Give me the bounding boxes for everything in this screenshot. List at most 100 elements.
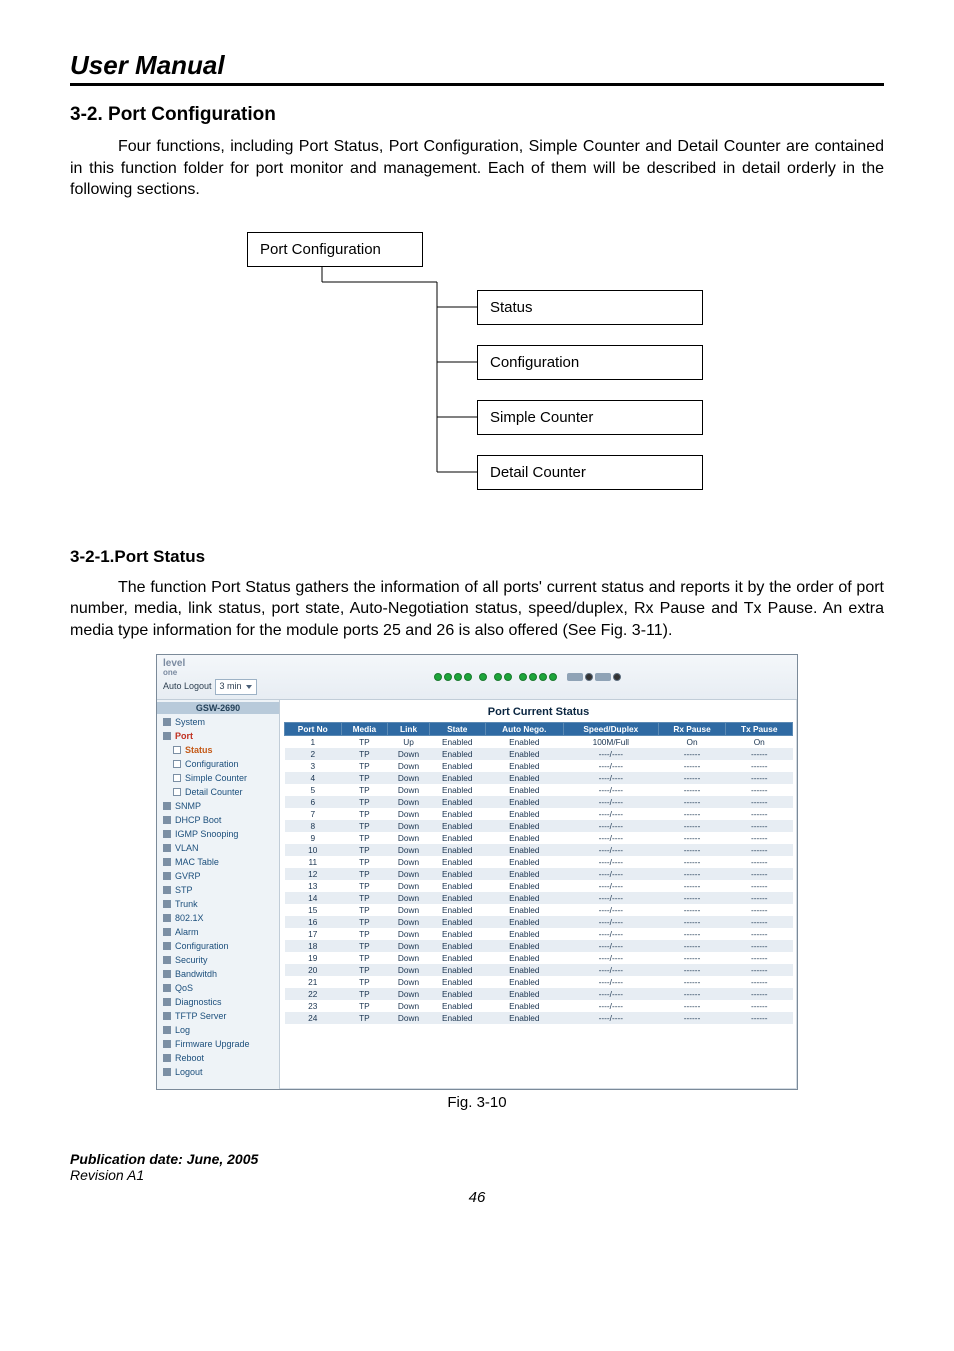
table-cell: ------ [658,940,726,952]
table-row[interactable]: 7TPDownEnabledEnabled----/--------------… [285,808,793,820]
nav-item[interactable]: System [157,715,279,729]
column-header: Speed/Duplex [563,722,658,735]
table-cell: Enabled [485,916,563,928]
table-row[interactable]: 20TPDownEnabledEnabled----/-------------… [285,964,793,976]
table-cell: TP [341,940,388,952]
table-cell: ------ [726,796,793,808]
table-row[interactable]: 9TPDownEnabledEnabled----/--------------… [285,832,793,844]
table-cell: Down [388,796,430,808]
nav-item[interactable]: Simple Counter [157,771,279,785]
table-row[interactable]: 15TPDownEnabledEnabled----/-------------… [285,904,793,916]
table-cell: ------ [726,820,793,832]
table-cell: Enabled [485,868,563,880]
table-cell: ------ [658,964,726,976]
table-row[interactable]: 18TPDownEnabledEnabled----/-------------… [285,940,793,952]
tree-node-icon [173,788,181,796]
table-row[interactable]: 23TPDownEnabledEnabled----/-------------… [285,1000,793,1012]
nav-item[interactable]: Firmware Upgrade [157,1037,279,1051]
table-row[interactable]: 4TPDownEnabledEnabled----/--------------… [285,772,793,784]
nav-item[interactable]: Security [157,953,279,967]
nav-item[interactable]: DHCP Boot [157,813,279,827]
subsection-paragraph: The function Port Status gathers the inf… [70,577,884,642]
nav-item[interactable]: 802.1X [157,911,279,925]
column-header: Auto Nego. [485,722,563,735]
table-cell: ----/---- [563,964,658,976]
led-icon [454,673,462,681]
table-cell: TP [341,772,388,784]
table-cell: ----/---- [563,988,658,1000]
table-cell: On [658,735,726,748]
table-row[interactable]: 12TPDownEnabledEnabled----/-------------… [285,868,793,880]
table-cell: Enabled [485,808,563,820]
nav-item[interactable]: Diagnostics [157,995,279,1009]
table-cell: TP [341,1012,388,1024]
table-row[interactable]: 8TPDownEnabledEnabled----/--------------… [285,820,793,832]
table-cell: Down [388,784,430,796]
section-heading: 3-2. Port Configuration [70,104,884,126]
table-row[interactable]: 21TPDownEnabledEnabled----/-------------… [285,976,793,988]
nav-item[interactable]: Log [157,1023,279,1037]
chevron-down-icon [246,685,252,689]
nav-item[interactable]: Logout [157,1065,279,1079]
brand-logo-bottom: one [163,668,257,677]
nav-item[interactable]: SNMP [157,799,279,813]
nav-item[interactable]: Trunk [157,897,279,911]
nav-item[interactable]: VLAN [157,841,279,855]
table-row[interactable]: 11TPDownEnabledEnabled----/-------------… [285,856,793,868]
table-row[interactable]: 24TPDownEnabledEnabled----/-------------… [285,1012,793,1024]
table-row[interactable]: 6TPDownEnabledEnabled----/--------------… [285,796,793,808]
nav-item[interactable]: Configuration [157,757,279,771]
table-row[interactable]: 22TPDownEnabledEnabled----/-------------… [285,988,793,1000]
auto-logout-dropdown[interactable]: 3 min [215,679,257,695]
tree-node-icon [163,844,171,852]
table-cell: Enabled [429,904,485,916]
nav-item[interactable]: Bandwitdh [157,967,279,981]
led-icon [539,673,547,681]
nav-item[interactable]: STP [157,883,279,897]
table-row[interactable]: 2TPDownEnabledEnabled----/--------------… [285,748,793,760]
table-cell: Down [388,844,430,856]
table-cell: TP [341,976,388,988]
table-cell: ------ [726,964,793,976]
column-header: Tx Pause [726,722,793,735]
nav-item[interactable]: Alarm [157,925,279,939]
table-row[interactable]: 16TPDownEnabledEnabled----/-------------… [285,916,793,928]
nav-item[interactable]: TFTP Server [157,1009,279,1023]
nav-item[interactable]: QoS [157,981,279,995]
column-header: Link [388,722,430,735]
nav-item[interactable]: Port [157,729,279,743]
nav-item[interactable]: MAC Table [157,855,279,869]
table-cell: Enabled [429,784,485,796]
nav-item-label: Reboot [175,1051,204,1065]
tree-child-box: Status [477,290,703,325]
table-row[interactable]: 14TPDownEnabledEnabled----/-------------… [285,892,793,904]
table-cell: ------ [726,844,793,856]
nav-item[interactable]: Detail Counter [157,785,279,799]
table-row[interactable]: 19TPDownEnabledEnabled----/-------------… [285,952,793,964]
table-cell: 18 [285,940,342,952]
table-row[interactable]: 5TPDownEnabledEnabled----/--------------… [285,784,793,796]
nav-item[interactable]: Status [157,743,279,757]
tree-node-icon [163,1040,171,1048]
table-cell: ------ [658,952,726,964]
table-row[interactable]: 1TPUpEnabledEnabled100M/FullOnOn [285,735,793,748]
table-cell: Enabled [429,868,485,880]
table-cell: ------ [658,844,726,856]
port-led-panel [263,673,791,681]
table-row[interactable]: 17TPDownEnabledEnabled----/-------------… [285,928,793,940]
table-row[interactable]: 13TPDownEnabledEnabled----/-------------… [285,880,793,892]
table-row[interactable]: 3TPDownEnabledEnabled----/--------------… [285,760,793,772]
table-cell: ------ [726,808,793,820]
table-cell: TP [341,832,388,844]
table-cell: ------ [658,904,726,916]
nav-item[interactable]: Reboot [157,1051,279,1065]
page-number: 46 [70,1189,884,1206]
table-cell: ------ [658,796,726,808]
nav-item[interactable]: IGMP Snooping [157,827,279,841]
nav-item[interactable]: Configuration [157,939,279,953]
table-cell: 24 [285,1012,342,1024]
nav-item[interactable]: GVRP [157,869,279,883]
table-row[interactable]: 10TPDownEnabledEnabled----/-------------… [285,844,793,856]
table-cell: Down [388,988,430,1000]
table-cell: ------ [658,892,726,904]
